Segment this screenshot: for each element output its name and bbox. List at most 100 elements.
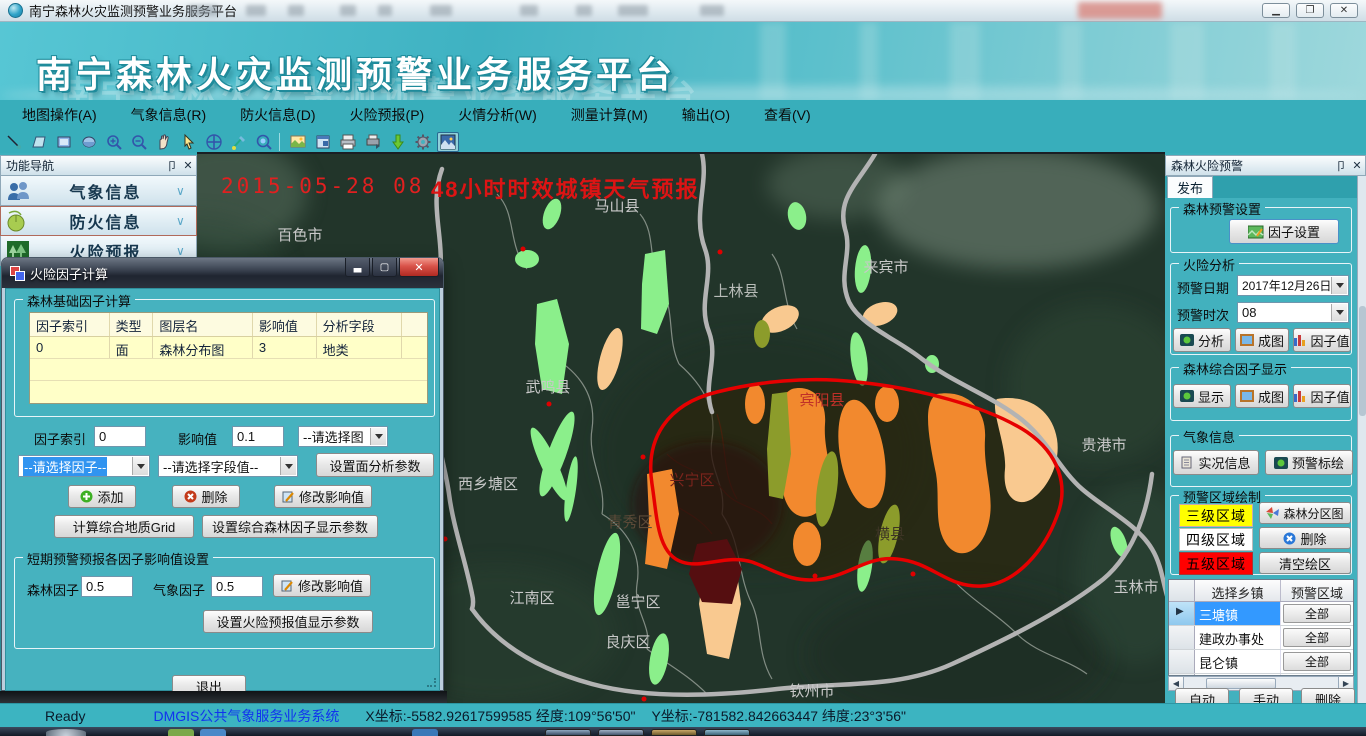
chevron-down-icon[interactable] [1331, 277, 1347, 294]
factor-settings-button[interactable]: 因子设置 [1229, 219, 1339, 244]
warn-time-combo[interactable]: 08 [1237, 302, 1349, 323]
brush-icon[interactable] [228, 132, 250, 152]
chevron-down-icon[interactable] [1331, 304, 1347, 321]
layer-window-icon[interactable] [312, 132, 334, 152]
live-info-button[interactable]: 实况信息 [1173, 450, 1259, 475]
factor-value-label: 因子值 [1310, 331, 1349, 350]
area-all-button[interactable]: 全部 [1283, 652, 1351, 671]
image-viewer-icon[interactable] [437, 132, 459, 152]
scroll-thumb[interactable] [1359, 306, 1366, 416]
clear-area-button[interactable]: 清空绘区 [1259, 552, 1351, 574]
taskbar-button[interactable] [651, 729, 697, 736]
menu-fireproof-info[interactable]: 防火信息(D) [228, 101, 327, 129]
level3-area-chip[interactable]: 三级区域 [1179, 504, 1253, 527]
menu-output[interactable]: 输出(O) [670, 101, 742, 129]
factor-table[interactable]: 因子索引 类型 图层名 影响值 分析字段 0 面 森林分布图 3 地类 [29, 312, 428, 404]
windows-taskbar[interactable] [0, 727, 1366, 736]
rectangle-icon[interactable] [53, 132, 75, 152]
set-area-params-button[interactable]: 设置面分析参数 [316, 453, 434, 477]
dialog-minimize-button[interactable]: ▃ [345, 258, 370, 277]
modify-impact-button[interactable]: 修改影响值 [274, 485, 372, 508]
calc-grid-button[interactable]: 计算综合地质Grid [54, 515, 194, 538]
download-arrow-icon[interactable] [387, 132, 409, 152]
forest-zone-map-button[interactable]: 森林分区图 [1259, 502, 1351, 524]
taskbar-icon[interactable] [200, 729, 226, 736]
factor-index-input[interactable]: 0 [94, 426, 146, 447]
map-image-icon[interactable] [287, 132, 309, 152]
delete-button[interactable]: 删除 [172, 485, 240, 508]
display-button[interactable]: 显示 [1173, 384, 1231, 408]
taskbar-button[interactable] [598, 729, 644, 736]
chevron-down-icon[interactable] [370, 428, 386, 445]
table-row[interactable]: 建政办事处 全部 [1169, 626, 1353, 650]
start-orb[interactable] [46, 729, 86, 736]
pan-hand-icon[interactable] [153, 132, 175, 152]
print-setup-icon[interactable] [362, 132, 384, 152]
field-combo[interactable]: --请选择字段值-- [158, 455, 298, 477]
chevron-down-icon[interactable] [132, 457, 148, 475]
warn-date-combo[interactable]: 2017年12月26日 [1237, 275, 1349, 296]
ellipse-icon[interactable] [78, 132, 100, 152]
close-button[interactable]: ✕ [1330, 3, 1358, 18]
set-comprehensive-display-button[interactable]: 设置综合森林因子显示参数 [202, 515, 378, 538]
zoom-box-icon[interactable] [253, 132, 275, 152]
taskbar-icon[interactable] [412, 729, 438, 736]
factor-value-button[interactable]: 因子值 [1293, 328, 1351, 352]
warning-plot-button[interactable]: 预警标绘 [1265, 450, 1353, 475]
forest-factor-input[interactable]: 0.5 [81, 576, 133, 597]
pin-icon[interactable]: 卩 [164, 158, 180, 174]
analyze-button[interactable]: 分析 [1173, 328, 1231, 352]
zoom-in-icon[interactable] [103, 132, 125, 152]
close-icon[interactable]: ✕ [180, 159, 196, 172]
full-extent-icon[interactable] [203, 132, 225, 152]
vertical-scrollbar[interactable] [1357, 176, 1366, 703]
menu-view[interactable]: 查看(V) [752, 101, 823, 129]
impact-input[interactable]: 0.1 [232, 426, 284, 447]
draw-line-icon[interactable] [3, 132, 25, 152]
print-icon[interactable] [337, 132, 359, 152]
nav-item-fireproof-info[interactable]: 防火信息 ∨ [0, 206, 197, 236]
close-icon[interactable]: ✕ [1349, 159, 1365, 172]
minimize-button[interactable]: ▁ [1262, 3, 1290, 18]
weather-factor-input[interactable]: 0.5 [211, 576, 263, 597]
add-button[interactable]: 添加 [68, 485, 136, 508]
table-row[interactable]: ▶ 三塘镇 全部 [1169, 602, 1353, 626]
tab-publish[interactable]: 发布 [1167, 176, 1213, 198]
area-all-button[interactable]: 全部 [1283, 628, 1351, 647]
menu-weather-info[interactable]: 气象信息(R) [119, 101, 218, 129]
taskbar-button[interactable] [545, 729, 591, 736]
menu-fire-analysis[interactable]: 火情分析(W) [446, 101, 549, 129]
factor-value-button-2[interactable]: 因子值 [1293, 384, 1351, 408]
settings-gear-icon[interactable] [412, 132, 434, 152]
make-map-button-2[interactable]: 成图 [1235, 384, 1289, 408]
area-all-button[interactable]: 全部 [1283, 604, 1351, 623]
set-fire-display-button[interactable]: 设置火险预报值显示参数 [203, 610, 373, 633]
menu-measure-calc[interactable]: 测量计算(M) [559, 101, 660, 129]
zoom-out-icon[interactable] [128, 132, 150, 152]
restore-button[interactable]: ❐ [1296, 3, 1324, 18]
level4-area-chip[interactable]: 四级区域 [1179, 528, 1253, 551]
status-system-link[interactable]: DMGIS公共气象服务业务系统 [153, 706, 339, 726]
factor-combo[interactable]: --请选择因子-- [18, 455, 150, 477]
table-row[interactable]: 0 面 森林分布图 3 地类 [30, 337, 427, 359]
layer-combo[interactable]: --请选择图 [298, 426, 388, 447]
menu-map-operation[interactable]: 地图操作(A) [10, 101, 109, 129]
dialog-maximize-button[interactable]: ▢ [372, 258, 397, 277]
taskbar-icon[interactable] [168, 729, 194, 736]
pin-icon[interactable]: 卩 [1333, 158, 1349, 174]
chevron-down-icon[interactable] [280, 457, 296, 475]
delete-area-button[interactable]: 删除 [1259, 527, 1351, 549]
nav-item-weather-info[interactable]: 气象信息 ∨ [0, 176, 197, 206]
table-row[interactable]: 昆仑镇 全部 [1169, 650, 1353, 674]
dialog-close-button[interactable]: ✕ [399, 258, 439, 277]
township-table[interactable]: 选择乡镇 预警区域 ▶ 三塘镇 全部 建政办事处 全部 昆仑镇 全部 [1168, 579, 1354, 676]
make-map-button[interactable]: 成图 [1235, 328, 1289, 352]
modify-impact-button-2[interactable]: 修改影响值 [273, 574, 371, 597]
menu-fire-risk-forecast[interactable]: 火险预报(P) [338, 101, 437, 129]
dialog-titlebar[interactable]: 火险因子计算 ▃ ▢ ✕ [2, 258, 443, 288]
select-arrow-icon[interactable] [178, 132, 200, 152]
resize-grip[interactable] [427, 678, 436, 687]
level5-area-chip[interactable]: 五级区域 [1179, 552, 1253, 575]
polygon-icon[interactable] [28, 132, 50, 152]
taskbar-button[interactable] [704, 729, 750, 736]
